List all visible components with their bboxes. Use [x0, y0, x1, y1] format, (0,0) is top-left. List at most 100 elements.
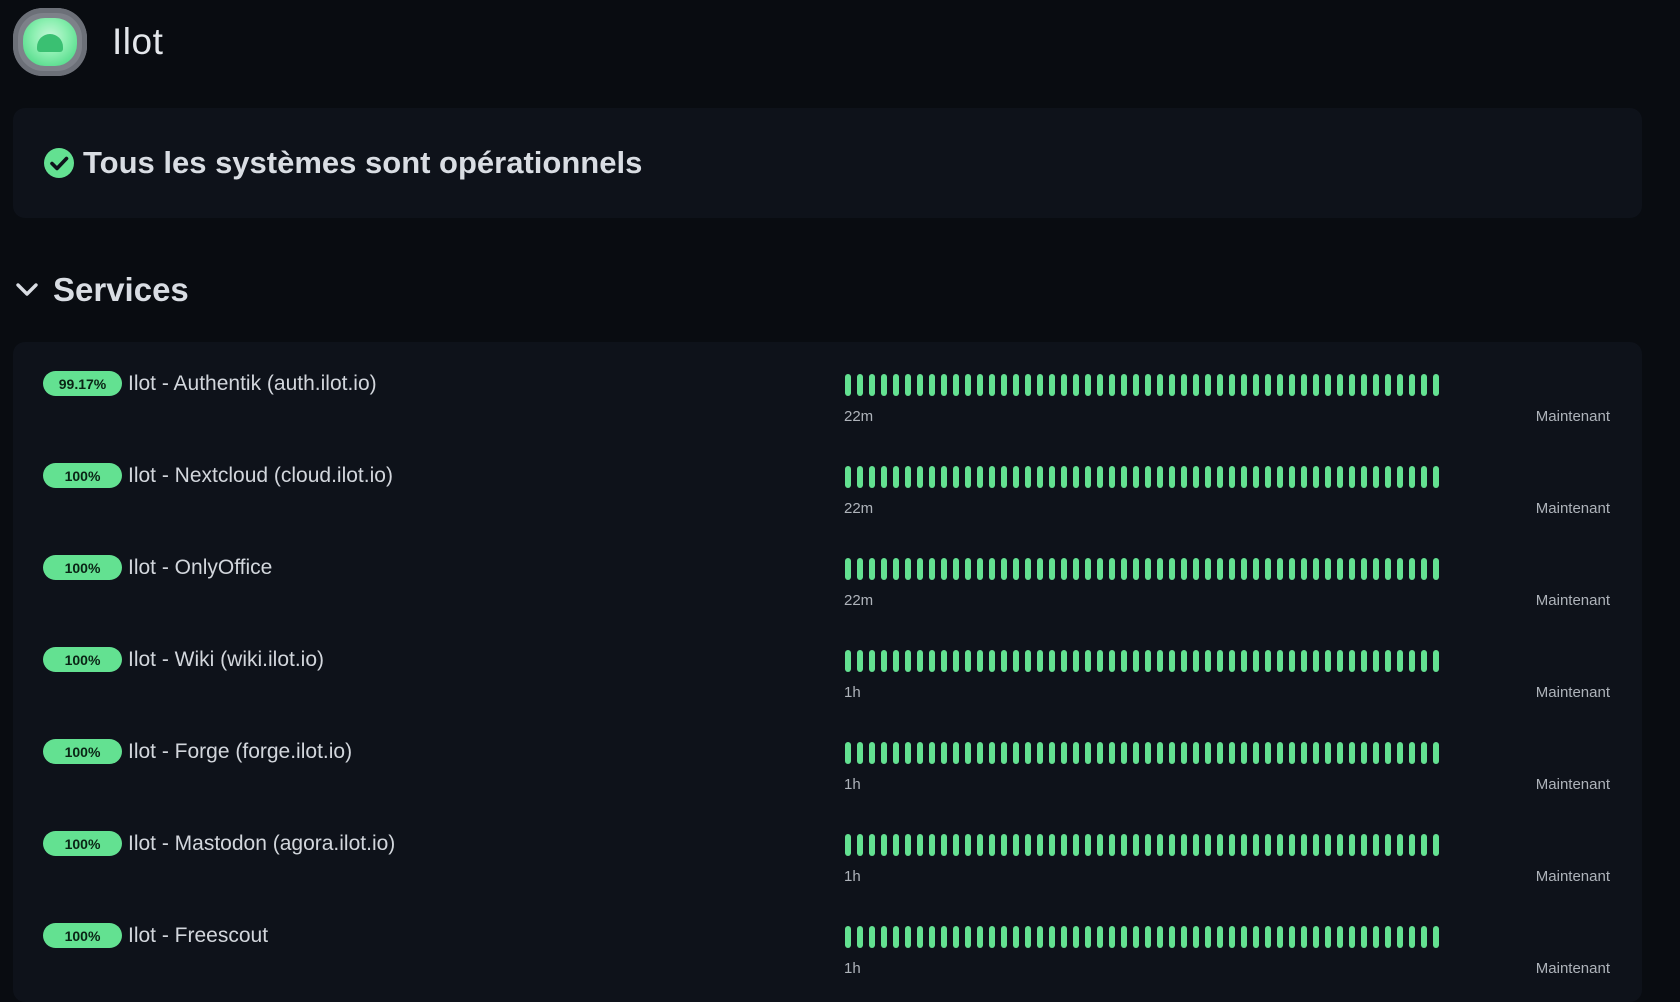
uptime-bar[interactable] — [1061, 742, 1067, 764]
uptime-bar[interactable] — [1157, 742, 1163, 764]
uptime-bar[interactable] — [1409, 650, 1415, 672]
uptime-bar[interactable] — [1361, 926, 1367, 948]
uptime-bar[interactable] — [881, 466, 887, 488]
uptime-bar[interactable] — [941, 466, 947, 488]
uptime-bar[interactable] — [1229, 558, 1235, 580]
uptime-bar[interactable] — [1085, 650, 1091, 672]
uptime-bar[interactable] — [1193, 466, 1199, 488]
uptime-bar[interactable] — [1001, 742, 1007, 764]
service-name[interactable]: Ilot - Authentik (auth.ilot.io) — [128, 372, 377, 396]
uptime-bar[interactable] — [845, 742, 851, 764]
uptime-bar[interactable] — [1037, 834, 1043, 856]
uptime-bar[interactable] — [1121, 374, 1127, 396]
uptime-bar[interactable] — [1037, 558, 1043, 580]
service-name[interactable]: Ilot - Mastodon (agora.ilot.io) — [128, 832, 395, 856]
uptime-bar[interactable] — [1097, 466, 1103, 488]
uptime-bar[interactable] — [1265, 466, 1271, 488]
uptime-bar[interactable] — [1421, 558, 1427, 580]
uptime-bar[interactable] — [977, 742, 983, 764]
uptime-bar[interactable] — [905, 742, 911, 764]
uptime-bar[interactable] — [1289, 650, 1295, 672]
uptime-bar[interactable] — [1073, 466, 1079, 488]
uptime-bar[interactable] — [989, 374, 995, 396]
uptime-bar[interactable] — [1277, 466, 1283, 488]
uptime-bar[interactable] — [1001, 374, 1007, 396]
uptime-bar[interactable] — [1205, 374, 1211, 396]
uptime-bar[interactable] — [1301, 926, 1307, 948]
uptime-bar[interactable] — [1085, 926, 1091, 948]
uptime-bar[interactable] — [1397, 834, 1403, 856]
uptime-bar[interactable] — [1157, 926, 1163, 948]
uptime-bar[interactable] — [1253, 742, 1259, 764]
uptime-bar[interactable] — [1121, 558, 1127, 580]
uptime-bar[interactable] — [1253, 834, 1259, 856]
uptime-bar[interactable] — [1193, 742, 1199, 764]
uptime-bar[interactable] — [845, 650, 851, 672]
uptime-bar[interactable] — [881, 742, 887, 764]
uptime-bar[interactable] — [1013, 558, 1019, 580]
uptime-bar[interactable] — [1193, 650, 1199, 672]
uptime-bar[interactable] — [953, 466, 959, 488]
uptime-bar[interactable] — [1265, 834, 1271, 856]
uptime-bar[interactable] — [1397, 466, 1403, 488]
uptime-bar[interactable] — [1289, 834, 1295, 856]
service-row[interactable]: 100% Ilot - OnlyOffice 22m Maintenant — [13, 526, 1642, 618]
uptime-bar[interactable] — [1373, 742, 1379, 764]
uptime-bar[interactable] — [1253, 374, 1259, 396]
uptime-bar[interactable] — [1133, 374, 1139, 396]
uptime-bar[interactable] — [845, 374, 851, 396]
uptime-bar[interactable] — [1121, 926, 1127, 948]
uptime-bar[interactable] — [989, 558, 995, 580]
uptime-bar[interactable] — [893, 834, 899, 856]
uptime-bar[interactable] — [1013, 650, 1019, 672]
uptime-bar[interactable] — [917, 466, 923, 488]
service-name[interactable]: Ilot - Nextcloud (cloud.ilot.io) — [128, 464, 393, 488]
uptime-bar[interactable] — [1097, 834, 1103, 856]
uptime-bar[interactable] — [1157, 466, 1163, 488]
uptime-bar[interactable] — [1349, 742, 1355, 764]
uptime-bar[interactable] — [1025, 834, 1031, 856]
uptime-bar[interactable] — [1385, 834, 1391, 856]
uptime-bar[interactable] — [1109, 466, 1115, 488]
uptime-bar[interactable] — [1073, 834, 1079, 856]
uptime-bar[interactable] — [1373, 650, 1379, 672]
uptime-bar[interactable] — [1013, 926, 1019, 948]
uptime-bar[interactable] — [1133, 558, 1139, 580]
uptime-bar[interactable] — [1301, 374, 1307, 396]
uptime-bar[interactable] — [869, 650, 875, 672]
uptime-bar[interactable] — [1349, 558, 1355, 580]
uptime-bar[interactable] — [1025, 374, 1031, 396]
uptime-bar[interactable] — [1109, 834, 1115, 856]
uptime-bar[interactable] — [881, 650, 887, 672]
uptime-bar[interactable] — [965, 650, 971, 672]
uptime-bar[interactable] — [1265, 374, 1271, 396]
uptime-bar[interactable] — [1241, 650, 1247, 672]
uptime-bar[interactable] — [1049, 650, 1055, 672]
uptime-bar[interactable] — [893, 650, 899, 672]
uptime-bar[interactable] — [1421, 374, 1427, 396]
uptime-bar[interactable] — [1001, 558, 1007, 580]
uptime-bar[interactable] — [905, 650, 911, 672]
uptime-bar[interactable] — [1217, 926, 1223, 948]
uptime-bar[interactable] — [1277, 374, 1283, 396]
uptime-bar[interactable] — [1277, 650, 1283, 672]
uptime-bar[interactable] — [869, 742, 875, 764]
uptime-bar[interactable] — [1217, 558, 1223, 580]
services-section-toggle[interactable]: Services — [15, 270, 189, 310]
uptime-bar[interactable] — [965, 558, 971, 580]
service-row[interactable]: 100% Ilot - Nextcloud (cloud.ilot.io) 22m M… — [13, 434, 1642, 526]
uptime-bar[interactable] — [1181, 742, 1187, 764]
uptime-bar[interactable] — [1145, 650, 1151, 672]
uptime-bar[interactable] — [1229, 650, 1235, 672]
uptime-bar[interactable] — [1409, 466, 1415, 488]
uptime-bar[interactable] — [1157, 834, 1163, 856]
uptime-bar[interactable] — [1253, 926, 1259, 948]
uptime-bar[interactable] — [1241, 466, 1247, 488]
uptime-bar[interactable] — [1241, 834, 1247, 856]
uptime-bar[interactable] — [1025, 926, 1031, 948]
uptime-bar[interactable] — [1025, 558, 1031, 580]
uptime-bar[interactable] — [965, 466, 971, 488]
uptime-bar[interactable] — [941, 650, 947, 672]
service-row[interactable]: 100% Ilot - Forge (forge.ilot.io) 1h Mainte… — [13, 710, 1642, 802]
uptime-bar[interactable] — [1265, 926, 1271, 948]
